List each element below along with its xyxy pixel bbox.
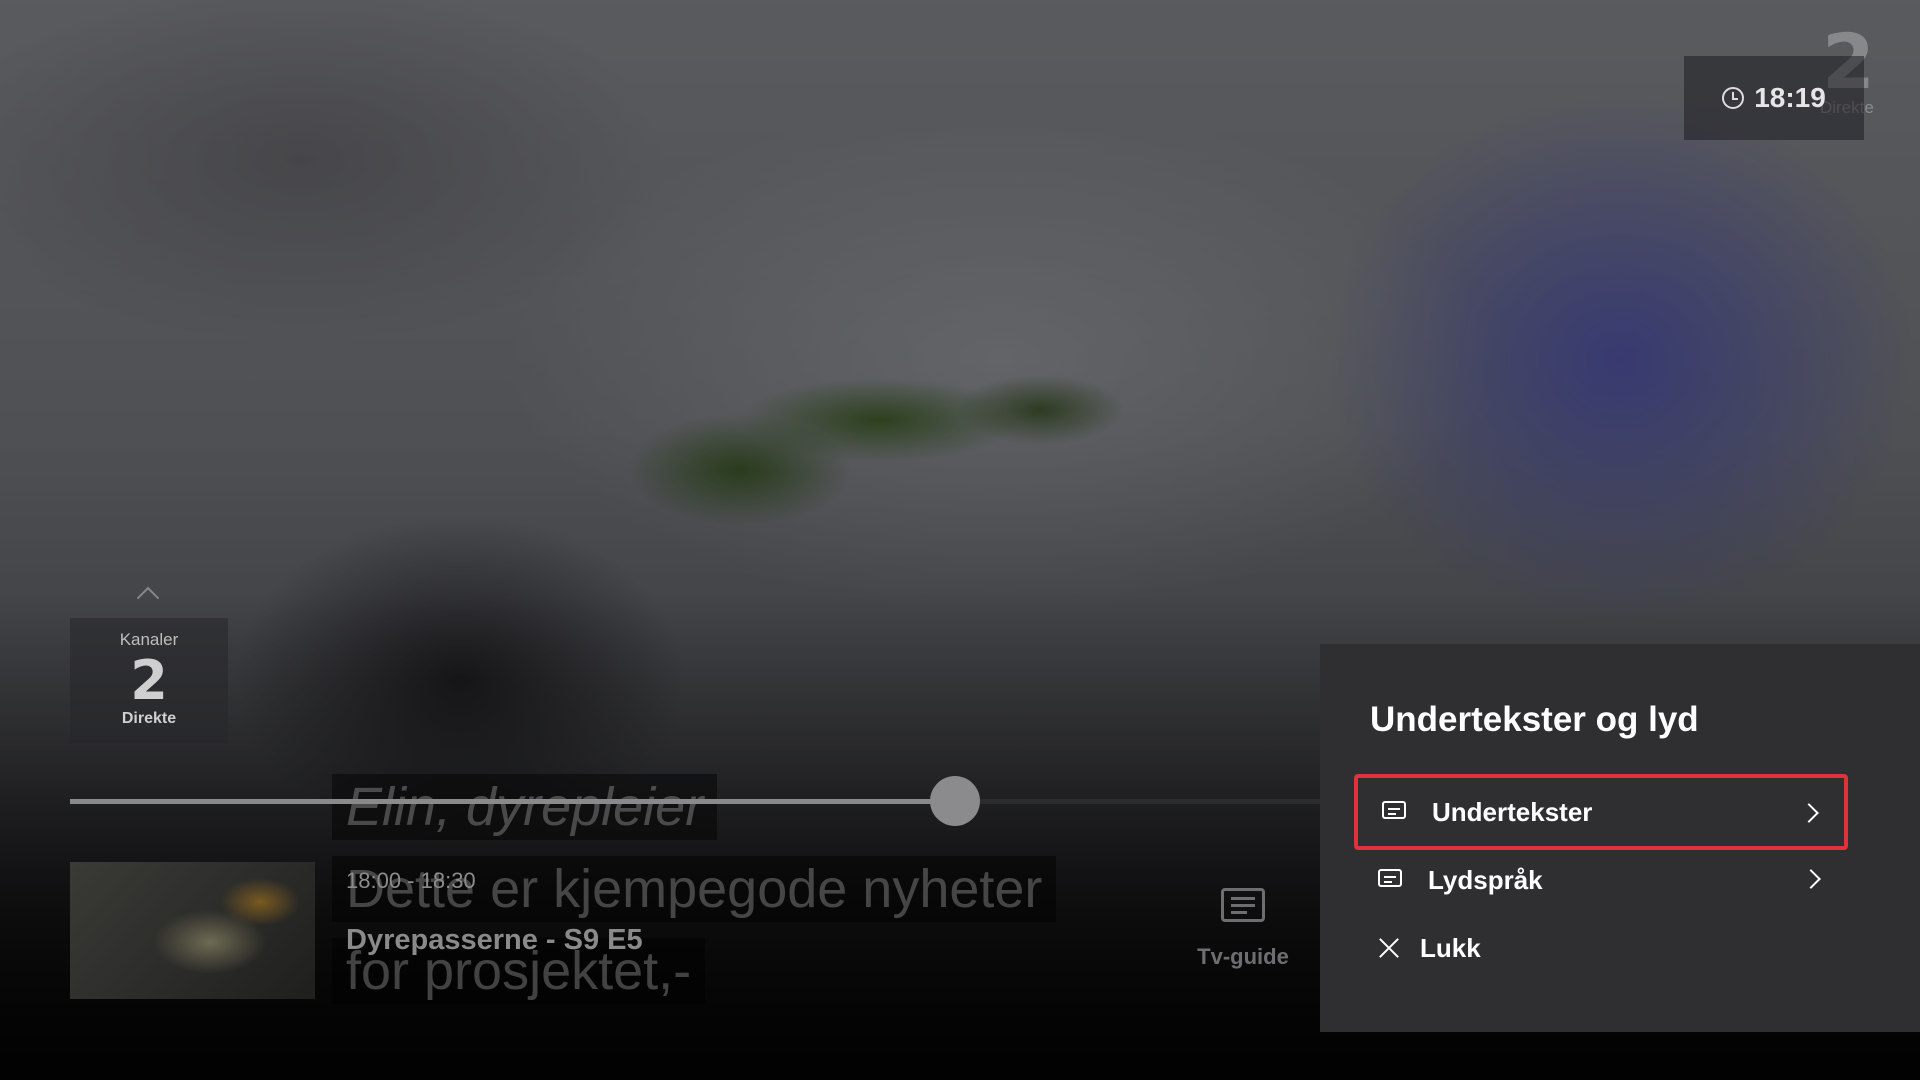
subtitles-icon xyxy=(1378,869,1404,891)
program-time: 18:00 - 18:30 xyxy=(346,868,476,893)
channel-logo: 2 xyxy=(130,649,168,712)
tv-guide-icon xyxy=(1221,888,1265,922)
program-title: Dyrepasserne - S9 E5 xyxy=(346,924,643,956)
menu-item-label: Undertekster xyxy=(1432,796,1593,827)
channel-selector[interactable]: Kanaler 2 Direkte xyxy=(70,618,228,743)
subtitle-line: Elin, dyrepleier xyxy=(332,774,718,840)
subtitles-audio-panel: Undertekster og lyd Undertekster Lydsprå… xyxy=(1320,644,1920,1032)
menu-item-label: Lukk xyxy=(1420,932,1481,963)
menu-item-close[interactable]: Lukk xyxy=(1354,916,1848,980)
clock-time: 18:19 xyxy=(1754,82,1826,113)
channel-status: Direkte xyxy=(121,710,177,727)
clock-icon xyxy=(1722,87,1745,109)
chevron-right-icon xyxy=(1799,803,1819,823)
clock: 18:19 xyxy=(1684,56,1864,140)
menu-item-label: Lydspråk xyxy=(1428,864,1543,895)
close-icon xyxy=(1378,937,1400,959)
channel-selector-title: Kanaler xyxy=(119,630,179,649)
panel-title: Undertekster og lyd xyxy=(1370,700,1699,739)
chevron-right-icon xyxy=(1801,869,1821,889)
tv-guide-button[interactable]: Tv-guide xyxy=(1197,888,1289,970)
menu-item-audio-language[interactable]: Lydspråk xyxy=(1354,848,1848,912)
progress-scrubber[interactable] xyxy=(930,776,980,826)
subtitles-icon xyxy=(1382,801,1408,823)
menu-item-subtitles[interactable]: Undertekster xyxy=(1354,774,1848,850)
tv-guide-label: Tv-guide xyxy=(1197,944,1289,969)
program-thumbnail xyxy=(70,862,315,999)
progress-fill xyxy=(70,799,955,804)
progress-bar[interactable] xyxy=(70,799,1320,804)
